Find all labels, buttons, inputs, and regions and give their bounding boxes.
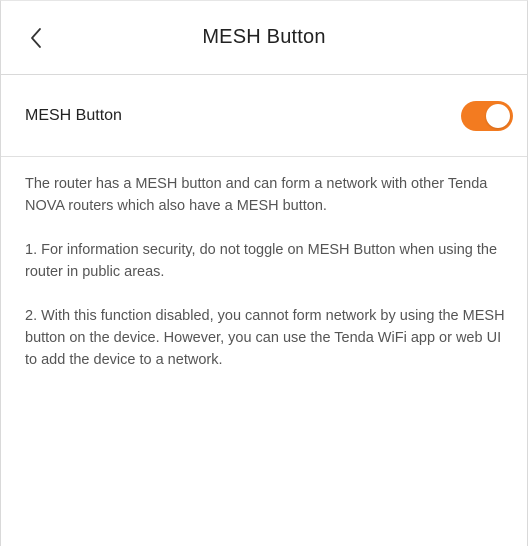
description-paragraph-intro: The router has a MESH button and can for… [25,176,488,214]
back-button[interactable] [21,23,51,53]
mesh-button-setting-row: MESH Button [1,75,527,157]
toggle-knob [486,103,510,128]
description-paragraph-disabled-note: 2. With this function disabled, you cann… [25,308,505,368]
chevron-left-icon [31,28,41,48]
mesh-button-screen: MESH Button MESH Button The router has a… [0,0,528,546]
header-bar: MESH Button [1,1,527,75]
mesh-button-toggle[interactable] [461,100,513,131]
page-title: MESH Button [202,26,326,48]
mesh-button-label: MESH Button [25,106,122,124]
description-section: The router has a MESH button and can for… [1,157,527,371]
description-paragraph-security-note: 1. For information security, do not togg… [25,242,498,280]
